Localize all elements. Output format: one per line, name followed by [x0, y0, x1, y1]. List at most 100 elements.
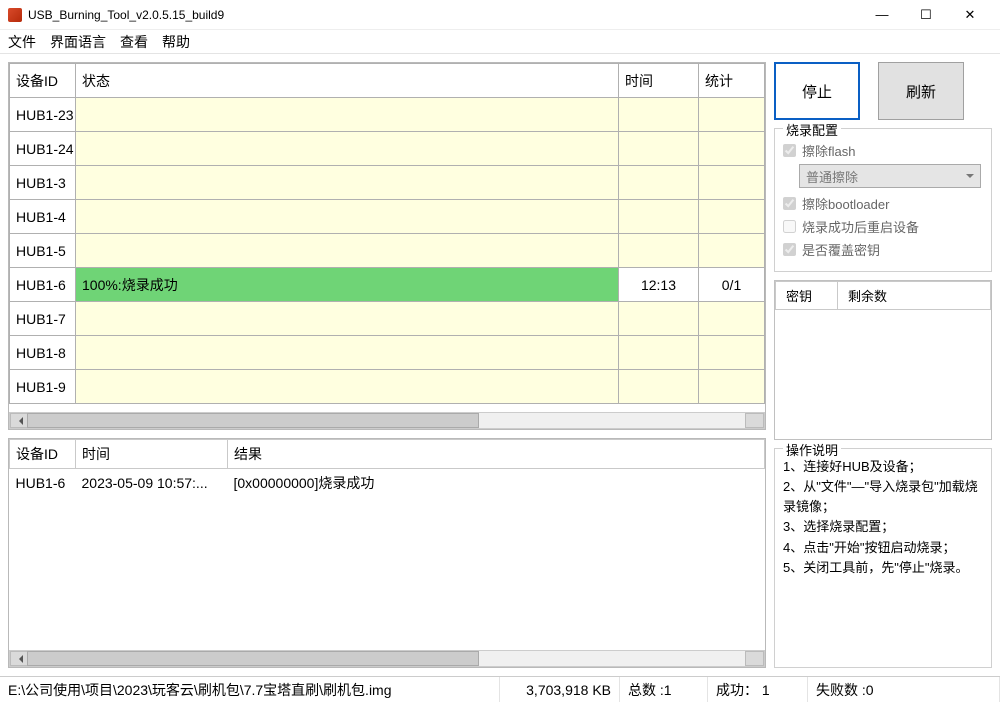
cell-log-time: 2023-05-09 10:57:... — [76, 469, 228, 498]
device-scrollbar[interactable] — [9, 412, 765, 429]
cell-stat — [699, 302, 765, 336]
cell-status: 100%:烧录成功 — [76, 268, 619, 302]
cell-stat — [699, 234, 765, 268]
cell-device-id: HUB1-3 — [10, 166, 76, 200]
burn-config-group: 烧录配置 擦除flash 普通擦除 擦除bootloader 烧录成功后重启设备… — [774, 128, 992, 272]
instruction-line: 5、关闭工具前，先"停止"烧录。 — [783, 558, 983, 578]
status-bar: E:\公司使用\项目\2023\玩客云\刷机包\7.7宝塔直刷\刷机包.img … — [0, 676, 1000, 702]
refresh-button[interactable]: 刷新 — [878, 62, 964, 120]
erase-bootloader-checkbox[interactable] — [783, 197, 796, 210]
cell-time: 12:13 — [619, 268, 699, 302]
instructions-title: 操作说明 — [783, 440, 841, 459]
log-table-panel: 设备ID 时间 结果 HUB1-62023-05-09 10:57:...[0x… — [8, 438, 766, 668]
cell-log-result: [0x00000000]烧录成功 — [228, 469, 765, 498]
table-row[interactable]: HUB1-24 — [10, 132, 765, 166]
status-path: E:\公司使用\项目\2023\玩客云\刷机包\7.7宝塔直刷\刷机包.img — [0, 677, 500, 702]
key-col[interactable]: 密钥 — [776, 282, 838, 310]
cell-stat — [699, 370, 765, 404]
table-row[interactable]: HUB1-6100%:烧录成功12:130/1 — [10, 268, 765, 302]
col-status[interactable]: 状态 — [76, 64, 619, 98]
table-row[interactable]: HUB1-5 — [10, 234, 765, 268]
cell-stat — [699, 166, 765, 200]
title-bar: USB_Burning_Tool_v2.0.5.15_build9 — ☐ ✕ — [0, 0, 1000, 30]
table-row[interactable]: HUB1-3 — [10, 166, 765, 200]
status-fail: 失败数 :0 — [808, 677, 1000, 702]
erase-flash-checkbox[interactable] — [783, 144, 796, 157]
cell-status — [76, 200, 619, 234]
instructions-panel: 操作说明 1、连接好HUB及设备； 2、从"文件"—"导入烧录包"加载烧录镜像；… — [774, 448, 992, 668]
menu-bar: 文件 界面语言 查看 帮助 — [0, 30, 1000, 54]
table-row[interactable]: HUB1-9 — [10, 370, 765, 404]
cell-device-id: HUB1-6 — [10, 268, 76, 302]
cell-stat — [699, 132, 765, 166]
reboot-after-checkbox[interactable] — [783, 220, 796, 233]
chevron-down-icon — [966, 174, 974, 182]
cell-time — [619, 200, 699, 234]
menu-help[interactable]: 帮助 — [162, 32, 190, 52]
cell-stat — [699, 336, 765, 370]
cell-time — [619, 132, 699, 166]
minimize-button[interactable]: — — [860, 1, 904, 29]
instruction-line: 3、选择烧录配置； — [783, 517, 983, 537]
cell-device-id: HUB1-24 — [10, 132, 76, 166]
menu-view[interactable]: 查看 — [120, 32, 148, 52]
cell-status — [76, 98, 619, 132]
cell-time — [619, 234, 699, 268]
cell-status — [76, 166, 619, 200]
cell-device-id: HUB1-7 — [10, 302, 76, 336]
overwrite-key-checkbox[interactable] — [783, 243, 796, 256]
menu-language[interactable]: 界面语言 — [50, 32, 106, 52]
close-button[interactable]: ✕ — [948, 1, 992, 29]
cell-stat — [699, 98, 765, 132]
cell-stat — [699, 200, 765, 234]
cell-device-id: HUB1-23 — [10, 98, 76, 132]
table-row[interactable]: HUB1-4 — [10, 200, 765, 234]
key-table: 密钥 剩余数 — [775, 281, 991, 310]
status-success: 成功： 1 — [708, 677, 808, 702]
key-table-panel: 密钥 剩余数 — [774, 280, 992, 440]
config-title: 烧录配置 — [783, 120, 841, 139]
instruction-line: 4、点击"开始"按钮启动烧录； — [783, 538, 983, 558]
device-table-panel: 设备ID 状态 时间 统计 HUB1-23HUB1-24HUB1-3HUB1-4… — [8, 62, 766, 430]
table-row[interactable]: HUB1-62023-05-09 10:57:...[0x00000000]烧录… — [10, 469, 765, 498]
app-icon — [8, 8, 22, 22]
cell-device-id: HUB1-4 — [10, 200, 76, 234]
maximize-button[interactable]: ☐ — [904, 1, 948, 29]
instruction-line: 2、从"文件"—"导入烧录包"加载烧录镜像； — [783, 477, 983, 517]
cell-device-id: HUB1-5 — [10, 234, 76, 268]
cell-device-id: HUB1-9 — [10, 370, 76, 404]
log-col-time[interactable]: 时间 — [76, 440, 228, 469]
cell-time — [619, 98, 699, 132]
cell-status — [76, 234, 619, 268]
device-table: 设备ID 状态 时间 统计 HUB1-23HUB1-24HUB1-3HUB1-4… — [9, 63, 765, 404]
table-row[interactable]: HUB1-23 — [10, 98, 765, 132]
erase-mode-select[interactable]: 普通擦除 — [799, 164, 981, 188]
cell-time — [619, 336, 699, 370]
log-col-id[interactable]: 设备ID — [10, 440, 76, 469]
cell-log-id: HUB1-6 — [10, 469, 76, 498]
col-time[interactable]: 时间 — [619, 64, 699, 98]
remain-col[interactable]: 剩余数 — [838, 282, 991, 310]
status-size: 3,703,918 KB — [500, 677, 620, 702]
log-scrollbar[interactable] — [9, 650, 765, 667]
cell-device-id: HUB1-8 — [10, 336, 76, 370]
instruction-line: 1、连接好HUB及设备； — [783, 457, 983, 477]
window-title: USB_Burning_Tool_v2.0.5.15_build9 — [28, 8, 860, 22]
status-total: 总数 :1 — [620, 677, 708, 702]
log-col-result[interactable]: 结果 — [228, 440, 765, 469]
menu-file[interactable]: 文件 — [8, 32, 36, 52]
log-table: 设备ID 时间 结果 HUB1-62023-05-09 10:57:...[0x… — [9, 439, 765, 497]
table-row[interactable]: HUB1-7 — [10, 302, 765, 336]
col-stat[interactable]: 统计 — [699, 64, 765, 98]
cell-time — [619, 370, 699, 404]
cell-stat: 0/1 — [699, 268, 765, 302]
cell-time — [619, 302, 699, 336]
col-device-id[interactable]: 设备ID — [10, 64, 76, 98]
stop-button[interactable]: 停止 — [774, 62, 860, 120]
table-row[interactable]: HUB1-8 — [10, 336, 765, 370]
cell-status — [76, 302, 619, 336]
cell-time — [619, 166, 699, 200]
cell-status — [76, 336, 619, 370]
cell-status — [76, 132, 619, 166]
cell-status — [76, 370, 619, 404]
